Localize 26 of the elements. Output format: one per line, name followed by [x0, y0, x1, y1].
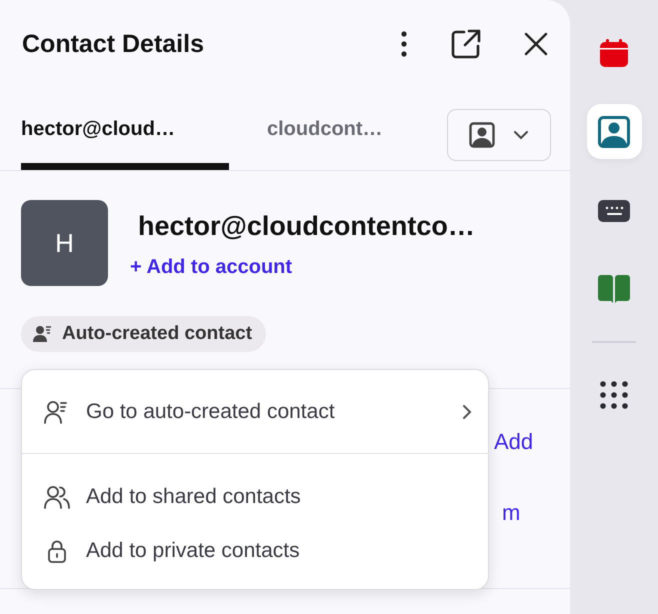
- add-link[interactable]: m: [502, 500, 520, 525]
- account-tab[interactable]: cloudcont…: [267, 88, 417, 170]
- account-tab[interactable]: hector@cloud…: [21, 88, 229, 170]
- add-to-account-link[interactable]: + Add to account: [130, 256, 475, 279]
- people-icon: [44, 485, 70, 509]
- contact-picker-button[interactable]: [447, 109, 551, 161]
- menu-item[interactable]: Add to shared contacts: [22, 470, 488, 524]
- contact-name: hector@cloudcontentco…: [137, 211, 475, 242]
- chevron-down-icon: [513, 130, 529, 140]
- person-list-icon: [44, 400, 70, 424]
- more-icon[interactable]: [400, 30, 408, 58]
- book-icon: [598, 274, 630, 304]
- add-link[interactable]: Add: [494, 429, 534, 454]
- contacts-app-button[interactable]: [586, 104, 642, 159]
- auto-created-badge: Auto-created contact: [21, 316, 266, 352]
- apps-grid-icon: [600, 380, 628, 408]
- contact-avatar: H: [21, 200, 108, 286]
- close-icon[interactable]: [524, 32, 548, 56]
- menu-item[interactable]: Add to private contacts: [22, 524, 488, 578]
- menu-item[interactable]: Go to auto-created contact: [22, 370, 488, 453]
- panel-title: Contact Details: [22, 30, 204, 58]
- calendar-icon: [599, 38, 629, 68]
- open-external-icon[interactable]: [450, 28, 482, 60]
- contact-card-icon: [469, 122, 495, 148]
- contact-card-icon: [598, 116, 630, 148]
- keyboard-icon: [598, 200, 630, 222]
